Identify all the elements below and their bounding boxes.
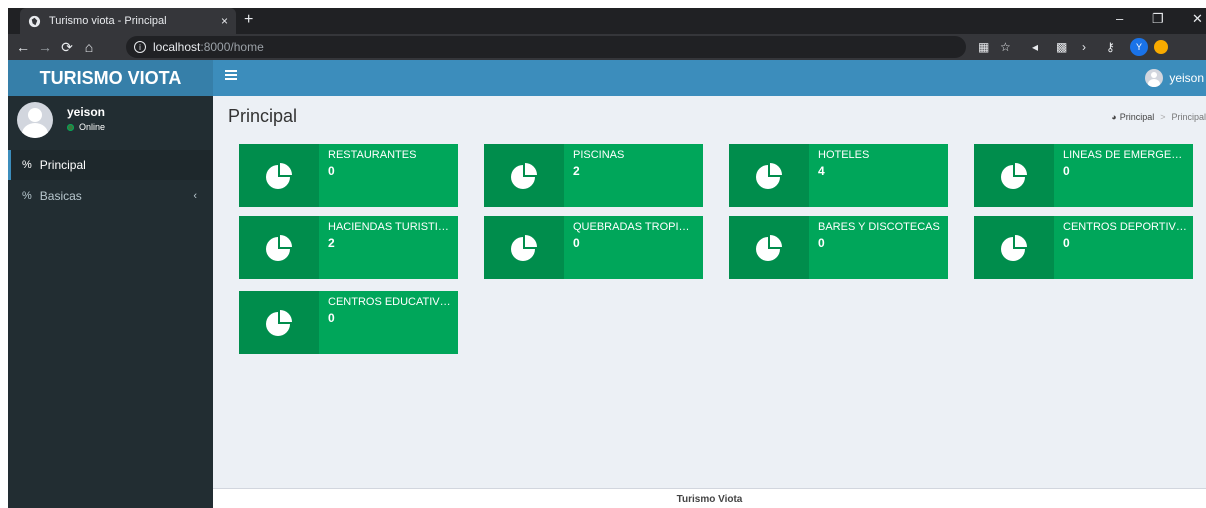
- sidebar-item-label: Principal: [39, 158, 86, 172]
- footer: Turismo Viota: [213, 488, 1206, 508]
- info-box-label: RESTAURANTES: [328, 149, 417, 161]
- info-box-value: 2: [328, 236, 335, 250]
- minimize-icon[interactable]: –: [1116, 11, 1123, 26]
- sidebar: yeison Online % Principal % Basicas ‹: [8, 96, 213, 508]
- info-box[interactable]: HACIENDAS TURISTICAS 2: [239, 216, 458, 279]
- breadcrumb-link[interactable]: Principal: [1120, 112, 1155, 122]
- sidebar-item-basicas[interactable]: % Basicas ‹: [8, 181, 213, 211]
- online-dot-icon: [67, 123, 74, 131]
- pie-chart-icon: [974, 144, 1054, 207]
- dashboard-icon: ◕: [1111, 112, 1117, 122]
- pie-chart-icon: [729, 216, 809, 279]
- url-host: localhost: [153, 40, 201, 54]
- close-window-icon[interactable]: ✕: [1192, 11, 1203, 27]
- info-box-value: 4: [818, 164, 825, 178]
- extension-arrow-icon[interactable]: ›: [1082, 38, 1086, 56]
- user-status: Online: [67, 122, 105, 132]
- breadcrumb-current: Principal: [1171, 112, 1206, 122]
- forward-icon[interactable]: →: [34, 39, 56, 55]
- info-box-value: 0: [1063, 164, 1070, 178]
- tab-title: Turismo viota - Principal: [49, 15, 167, 27]
- profile-button[interactable]: Y: [1130, 38, 1148, 56]
- info-box-label: HACIENDAS TURISTICAS: [328, 221, 452, 233]
- info-box[interactable]: HOTELES 4: [729, 144, 948, 207]
- url-path: :8000/home: [200, 40, 264, 54]
- info-box[interactable]: PISCINAS 2: [484, 144, 703, 207]
- info-box[interactable]: BARES Y DISCOTECAS 0: [729, 216, 948, 279]
- extension-icon[interactable]: ◂: [1032, 38, 1038, 56]
- percent-icon: %: [22, 190, 32, 202]
- reload-icon[interactable]: ⟳: [56, 39, 78, 56]
- pie-chart-icon: [484, 216, 564, 279]
- user-panel: yeison Online: [8, 96, 213, 142]
- pie-chart-icon: [239, 291, 319, 354]
- info-box-value: 0: [328, 311, 335, 325]
- browser-toolbar: ← → ⟳ ⌂ i localhost:8000/home ▦ ☆ ◂ ▩ › …: [8, 34, 1206, 60]
- sidebar-item-label: Basicas: [39, 189, 82, 203]
- restore-icon[interactable]: ❐: [1152, 11, 1164, 27]
- bookmark-star-icon[interactable]: ☆: [1000, 38, 1011, 56]
- info-box-label: CENTROS EDUCATIVOS: [328, 296, 452, 308]
- info-box-value: 0: [1063, 236, 1070, 250]
- back-icon[interactable]: ←: [12, 39, 34, 55]
- address-bar[interactable]: i localhost:8000/home: [126, 36, 966, 58]
- breadcrumb-separator: >: [1160, 112, 1166, 122]
- user-menu[interactable]: yeison: [1145, 60, 1206, 96]
- page-title: Principal: [228, 106, 298, 126]
- globe-icon: [28, 15, 41, 27]
- chevron-left-icon: ‹: [193, 190, 197, 202]
- info-box[interactable]: CENTROS DEPORTIVOS 0: [974, 216, 1193, 279]
- sidebar-item-principal[interactable]: % Principal: [8, 150, 213, 180]
- app-logo[interactable]: TURISMO VIOTA: [8, 60, 213, 96]
- info-box-label: BARES Y DISCOTECAS: [818, 221, 940, 233]
- info-box-value: 2: [573, 164, 580, 178]
- home-icon[interactable]: ⌂: [78, 39, 100, 55]
- pie-chart-icon: [239, 216, 319, 279]
- info-box-value: 0: [573, 236, 580, 250]
- info-box[interactable]: RESTAURANTES 0: [239, 144, 458, 207]
- pie-chart-icon: [974, 216, 1054, 279]
- info-box-value: 0: [818, 236, 825, 250]
- tab-close-icon[interactable]: ×: [221, 14, 228, 28]
- extension-badge-icon[interactable]: [1154, 38, 1168, 56]
- info-box-label: CENTROS DEPORTIVOS: [1063, 221, 1187, 233]
- info-icon[interactable]: i: [134, 41, 146, 53]
- translate-icon[interactable]: ▦: [978, 38, 989, 56]
- user-menu-name: yeison: [1169, 71, 1204, 85]
- info-box[interactable]: LINEAS DE EMERGENCIA 0: [974, 144, 1193, 207]
- main-content: Principal ◕ Principal > Principal RESTAU…: [213, 96, 1206, 488]
- sidebar-user-name: yeison: [67, 105, 106, 119]
- user-status-label: Online: [79, 122, 106, 132]
- info-box-value: 0: [328, 164, 335, 178]
- info-box-label: PISCINAS: [573, 149, 625, 161]
- pie-chart-icon: [484, 144, 564, 207]
- tab-strip: Turismo viota - Principal × + – ❐ ✕: [8, 8, 1206, 34]
- browser-window: Turismo viota - Principal × + – ❐ ✕ ← → …: [8, 8, 1206, 508]
- new-tab-button[interactable]: +: [244, 11, 253, 29]
- profile-avatar: Y: [1130, 38, 1148, 56]
- pie-chart-icon: [239, 144, 319, 207]
- pie-chart-icon: [729, 144, 809, 207]
- extension-grid-icon[interactable]: ▩: [1056, 38, 1067, 56]
- breadcrumb: ◕ Principal > Principal: [1111, 112, 1206, 122]
- info-box[interactable]: QUEBRADAS TROPICALES 0: [484, 216, 703, 279]
- avatar: [17, 102, 53, 138]
- info-box[interactable]: CENTROS EDUCATIVOS 0: [239, 291, 458, 354]
- info-box-label: QUEBRADAS TROPICALES: [573, 221, 697, 233]
- info-box-label: LINEAS DE EMERGENCIA: [1063, 149, 1187, 161]
- extension-dot: [1154, 40, 1168, 54]
- percent-icon: %: [22, 159, 32, 171]
- browser-tab[interactable]: Turismo viota - Principal ×: [20, 8, 236, 34]
- menu-toggle-icon[interactable]: [225, 70, 237, 86]
- info-box-label: HOTELES: [818, 149, 870, 161]
- user-avatar-icon: [1145, 69, 1164, 87]
- top-navbar: yeison: [213, 60, 1206, 96]
- key-icon[interactable]: ⚷: [1106, 38, 1115, 56]
